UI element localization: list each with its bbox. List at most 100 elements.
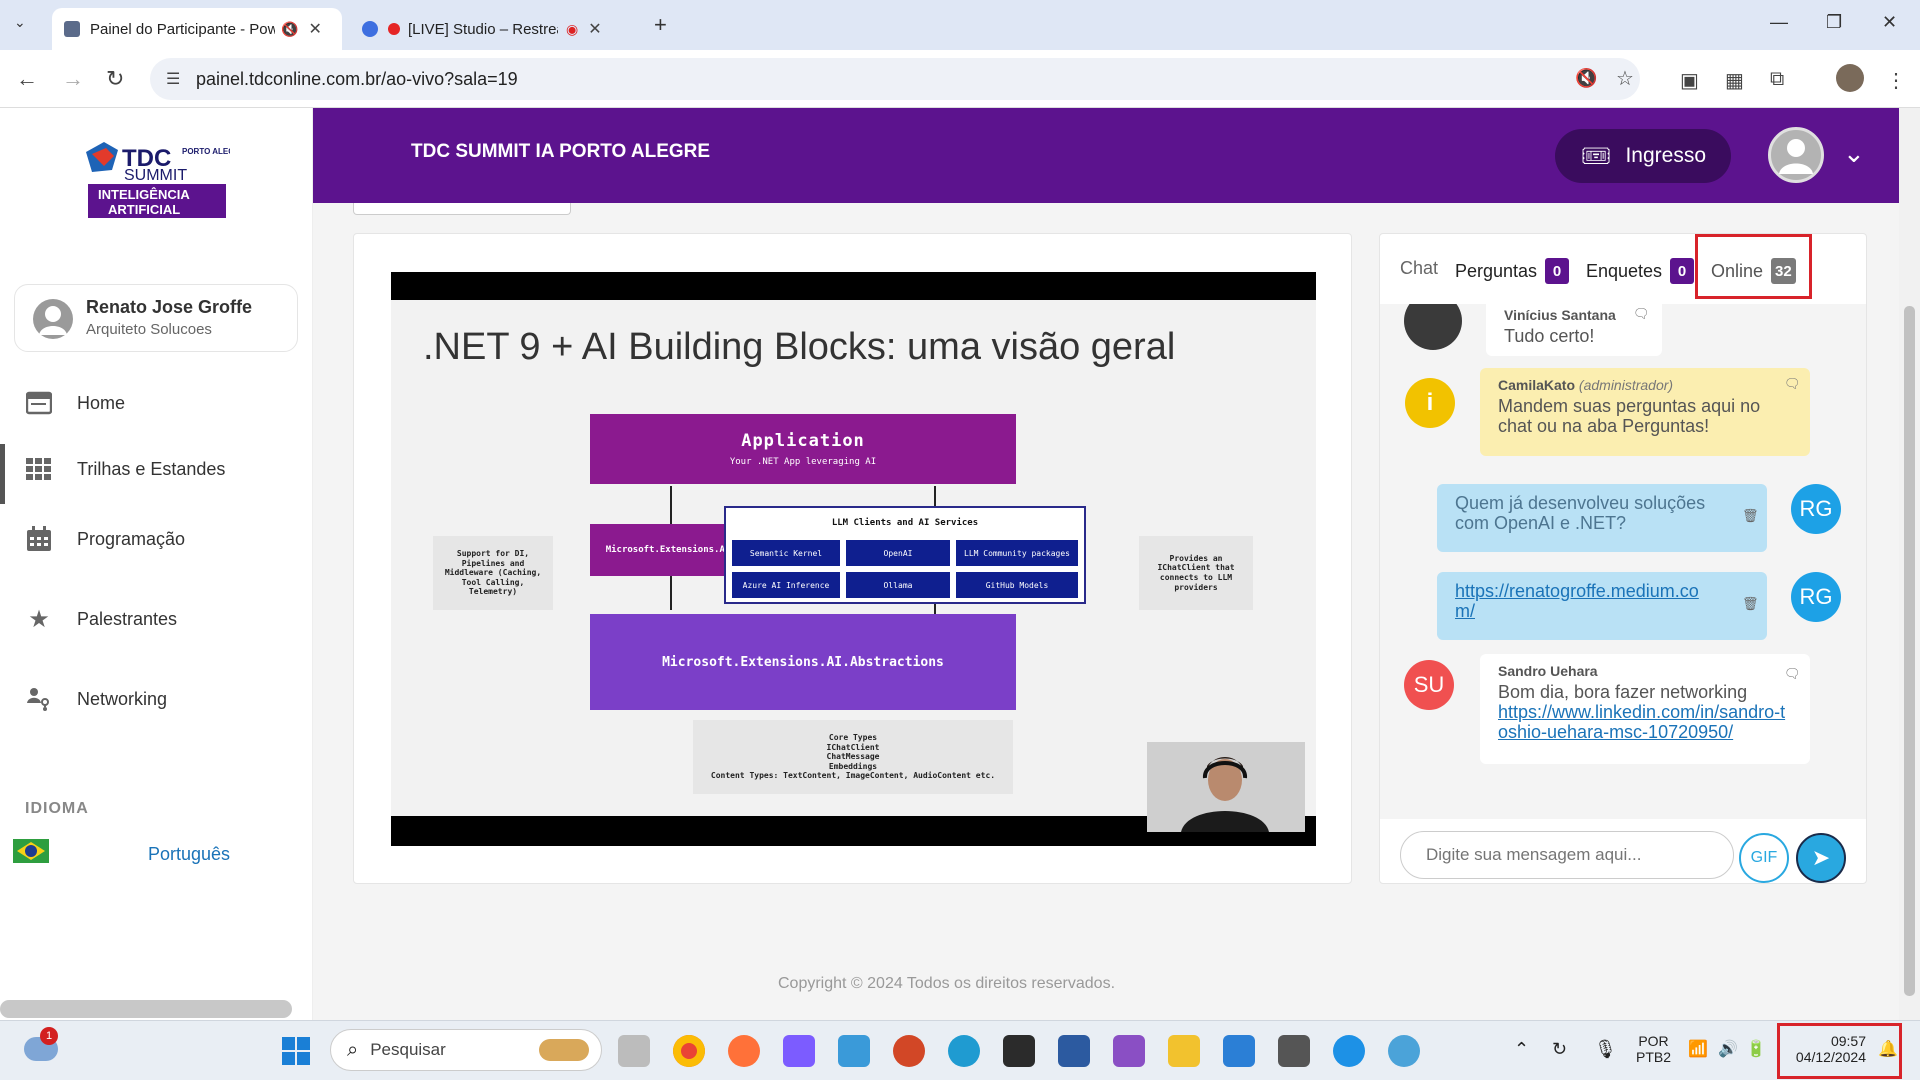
main-content: TDC SUMMIT IA PORTO ALEGRE 🎟 Ingresso ⌄ … bbox=[313, 108, 1920, 1020]
paper-plane-icon: ➤ bbox=[1811, 845, 1831, 870]
sidebar-item-programacao[interactable]: Programação bbox=[0, 514, 313, 564]
app-icon[interactable] bbox=[1058, 1035, 1090, 1067]
windows-start-icon[interactable] bbox=[282, 1037, 310, 1065]
file-explorer-icon[interactable] bbox=[1168, 1035, 1200, 1067]
picture-in-picture-icon[interactable]: ▣ bbox=[1680, 68, 1699, 93]
close-tab-icon[interactable]: ✕ bbox=[588, 19, 601, 39]
calculator-icon[interactable] bbox=[1278, 1035, 1310, 1067]
microphone-icon[interactable]: 🎙 bbox=[1594, 1039, 1617, 1060]
message-link[interactable]: https://www.linkedin.com/in/sandro-toshi… bbox=[1498, 702, 1792, 743]
powerpoint-icon[interactable] bbox=[893, 1035, 925, 1067]
collapsed-panel-tab[interactable] bbox=[353, 203, 571, 215]
volume-icon[interactable]: 🔊 bbox=[1718, 1039, 1738, 1059]
sidebar-item-palestrantes[interactable]: ★ Palestrantes bbox=[0, 594, 313, 644]
sidebar-item-networking[interactable]: Networking bbox=[0, 674, 313, 724]
arrow bbox=[934, 604, 936, 614]
terminal-icon[interactable] bbox=[1003, 1035, 1035, 1067]
vertical-scrollbar[interactable] bbox=[1899, 108, 1920, 1020]
user-name: Renato Jose Groffe bbox=[86, 297, 253, 317]
extensions-icon[interactable]: ⧉ bbox=[1770, 68, 1784, 91]
lang-top: POR bbox=[1638, 1033, 1669, 1049]
tab-restream[interactable]: [LIVE] Studio – Restream ◉ ✕ bbox=[350, 8, 640, 50]
battery-icon[interactable]: 🔋 bbox=[1746, 1039, 1766, 1059]
tab-painel[interactable]: Painel do Participante - Pow 🔇 ✕ bbox=[52, 8, 342, 50]
trash-icon[interactable]: 🗑 bbox=[1742, 508, 1759, 524]
tab-search-icon[interactable]: ⌄ bbox=[14, 14, 26, 31]
muted-site-icon[interactable]: 🔇 bbox=[1575, 68, 1597, 89]
gif-button[interactable]: GIF bbox=[1739, 833, 1789, 883]
chevron-down-icon[interactable]: ⌄ bbox=[1843, 138, 1865, 169]
user-card[interactable]: Renato Jose Groffe Arquiteto Solucoes bbox=[14, 284, 298, 352]
app-icon[interactable] bbox=[838, 1035, 870, 1067]
reply-icon[interactable]: 🗨 bbox=[1784, 666, 1801, 682]
taskbar-search[interactable]: ⌕ Pesquisar bbox=[330, 1029, 602, 1071]
tdc-summit-logo[interactable]: TDC PORTO ALEGRE SUMMIT INTELIGÊNCIA ART… bbox=[82, 140, 246, 220]
sidebar-item-home[interactable]: Home bbox=[0, 378, 313, 428]
restore-icon[interactable]: ❐ bbox=[1826, 12, 1842, 33]
application-title: Application bbox=[741, 431, 865, 451]
message-link[interactable]: https://renatogroffe.medium.com/ bbox=[1455, 581, 1717, 622]
chat-messages[interactable]: Vinícius Santana Tudo certo! 🗨 i CamilaK… bbox=[1380, 304, 1866, 819]
docker-icon[interactable] bbox=[1333, 1035, 1365, 1067]
slide-content: .NET 9 + AI Building Blocks: uma visão g… bbox=[391, 300, 1316, 832]
notepad-icon[interactable] bbox=[1223, 1035, 1255, 1067]
sidebar-item-label: Home bbox=[77, 392, 126, 413]
bookmark-star-icon[interactable]: ☆ bbox=[1616, 66, 1634, 91]
firefox-icon[interactable] bbox=[728, 1035, 760, 1067]
site-info-icon[interactable]: ☰ bbox=[166, 69, 180, 89]
ticket-icon: 🎟 bbox=[1581, 142, 1612, 170]
live-video[interactable]: .NET 9 + AI Building Blocks: uma visão g… bbox=[391, 272, 1316, 846]
llm-item: OpenAI bbox=[846, 540, 950, 566]
visual-studio-icon[interactable] bbox=[1113, 1035, 1145, 1067]
tab-enquetes[interactable]: Enquetes 0 bbox=[1586, 258, 1695, 284]
count-badge: 0 bbox=[1670, 258, 1695, 284]
send-button[interactable]: ➤ bbox=[1796, 833, 1846, 883]
tab-label: Perguntas bbox=[1455, 260, 1538, 281]
reply-icon[interactable]: 🗨 bbox=[1633, 306, 1650, 322]
chat-panel: Chat Perguntas 0 Enquetes 0 Online 32 Vi… bbox=[1379, 233, 1867, 884]
back-icon[interactable]: ← bbox=[16, 66, 38, 92]
reload-icon[interactable]: ↻ bbox=[106, 66, 124, 92]
reply-icon[interactable]: 🗨 bbox=[1784, 376, 1801, 392]
sidebar-item-trilhas[interactable]: Trilhas e Estandes bbox=[0, 444, 313, 504]
message-author: CamilaKato bbox=[1498, 377, 1576, 393]
ticket-button[interactable]: 🎟 Ingresso bbox=[1555, 129, 1731, 183]
wifi-icon[interactable]: 📶 bbox=[1688, 1039, 1708, 1059]
recording-icon: ◉ bbox=[566, 20, 579, 37]
menu-kebab-icon[interactable]: ⋮ bbox=[1886, 68, 1906, 93]
llm-item: LLM Community packages bbox=[956, 540, 1078, 566]
chevron-up-icon[interactable]: ⌃ bbox=[1514, 1039, 1529, 1060]
edge-icon[interactable] bbox=[948, 1035, 980, 1067]
task-view-icon[interactable] bbox=[618, 1035, 650, 1067]
chat-message: Sandro Uehara Bom dia, bora fazer networ… bbox=[1480, 654, 1810, 764]
qr-code-icon[interactable]: ▦ bbox=[1725, 68, 1744, 93]
tab-perguntas[interactable]: Perguntas 0 bbox=[1455, 258, 1570, 284]
message-text: Tudo certo! bbox=[1504, 326, 1595, 347]
abstractions-box: Microsoft.Extensions.AI.Abstractions bbox=[590, 614, 1016, 710]
language-selector[interactable]: Português bbox=[148, 844, 230, 865]
muted-audio-icon[interactable]: 🔇 bbox=[281, 21, 298, 38]
close-window-icon[interactable]: ✕ bbox=[1882, 12, 1897, 33]
copilot-icon[interactable] bbox=[783, 1035, 815, 1067]
header-avatar[interactable] bbox=[1768, 127, 1824, 183]
horizontal-scrollbar[interactable] bbox=[0, 1000, 292, 1018]
address-bar[interactable]: ☰ painel.tdconline.com.br/ao-vivo?sala=1… bbox=[150, 58, 1640, 100]
language-indicator[interactable]: POR PTB2 bbox=[1636, 1033, 1671, 1065]
minimize-icon[interactable]: — bbox=[1770, 12, 1788, 33]
search-icon: ⌕ bbox=[347, 1038, 359, 1061]
forward-icon[interactable]: → bbox=[62, 66, 84, 92]
core-types-note: Core Types IChatClient ChatMessage Embed… bbox=[693, 720, 1013, 794]
chrome-icon[interactable] bbox=[673, 1035, 705, 1067]
page-favicon-icon bbox=[64, 21, 80, 37]
slide-title: .NET 9 + AI Building Blocks: uma visão g… bbox=[423, 326, 1176, 368]
new-tab-icon[interactable]: + bbox=[654, 12, 667, 38]
trash-icon[interactable]: 🗑 bbox=[1742, 596, 1759, 612]
sidebar-item-label: Trilhas e Estandes bbox=[77, 458, 226, 479]
message-input[interactable] bbox=[1400, 831, 1734, 879]
tab-chat[interactable]: Chat bbox=[1400, 258, 1438, 279]
profile-avatar[interactable] bbox=[1836, 64, 1864, 92]
sidebar-item-label: Palestrantes bbox=[77, 608, 178, 629]
sync-icon[interactable]: ↻ bbox=[1552, 1039, 1567, 1060]
app-icon[interactable] bbox=[1388, 1035, 1420, 1067]
close-tab-icon[interactable]: ✕ bbox=[308, 19, 321, 39]
